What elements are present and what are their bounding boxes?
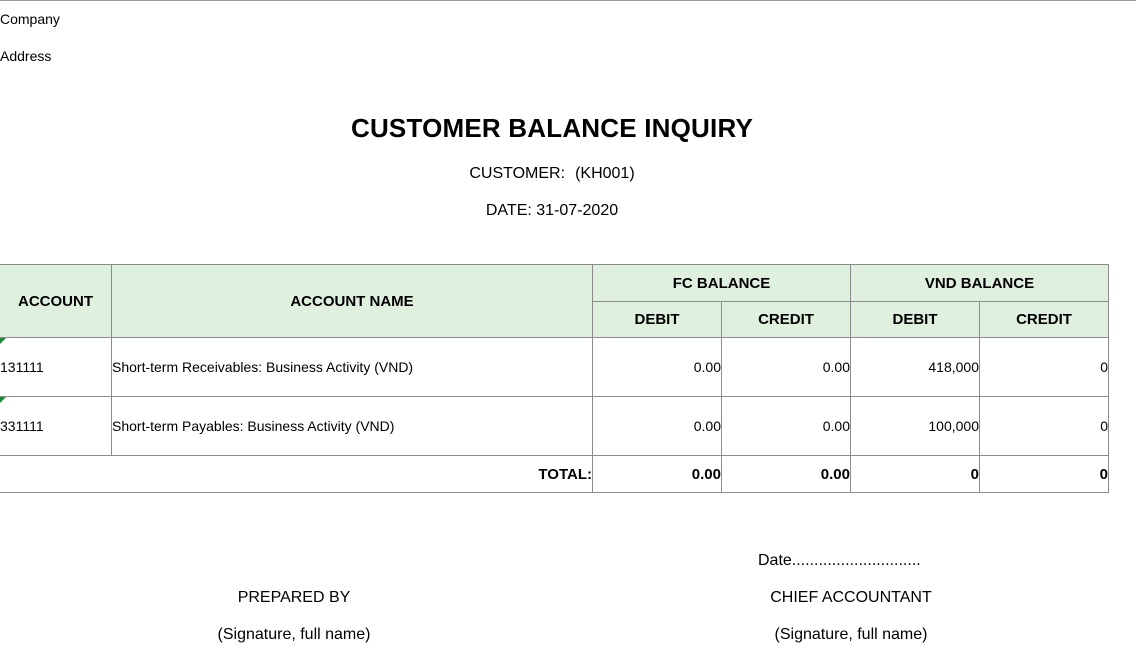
table-row: 331111 Short-term Payables: Business Act… <box>0 396 1109 456</box>
cell-vnd-debit[interactable]: 100,000 <box>850 396 980 456</box>
date-label: DATE: <box>485 202 532 219</box>
table-total-row: TOTAL: 0.00 0.00 0 0 <box>0 455 1109 493</box>
cell-vnd-debit[interactable]: 418,000 <box>850 337 980 397</box>
total-vnd-credit[interactable]: 0 <box>979 455 1109 493</box>
cell-vnd-credit[interactable]: 0 <box>979 337 1109 397</box>
col-header-vnd-debit[interactable]: DEBIT <box>850 301 980 338</box>
col-header-fc-credit[interactable]: CREDIT <box>721 301 851 338</box>
address-label: Address <box>0 48 52 64</box>
cell-fc-credit[interactable]: 0.00 <box>721 396 851 456</box>
account-code: 131111 <box>0 359 44 375</box>
cell-fc-debit[interactable]: 0.00 <box>592 396 722 456</box>
col-header-fc-debit[interactable]: DEBIT <box>592 301 722 338</box>
report-title: CUSTOMER BALANCE INQUIRY <box>350 113 754 143</box>
prepared-by-title: PREPARED BY <box>237 589 351 606</box>
col-header-account-name[interactable]: ACCOUNT NAME <box>111 264 593 338</box>
cell-account[interactable]: 331111 <box>0 396 112 456</box>
date-line: DATE: 31-07-2020 <box>0 202 1104 220</box>
col-header-fc-balance[interactable]: FC BALANCE <box>592 264 851 302</box>
col-header-account[interactable]: ACCOUNT <box>0 264 112 338</box>
total-label[interactable]: TOTAL: <box>0 455 593 493</box>
col-header-vnd-credit[interactable]: CREDIT <box>979 301 1109 338</box>
cell-account-name[interactable]: Short-term Payables: Business Activity (… <box>111 396 593 456</box>
date-value: 31-07-2020 <box>536 202 619 219</box>
account-code: 331111 <box>0 418 44 434</box>
company-label: Company <box>0 11 60 27</box>
cell-fc-credit[interactable]: 0.00 <box>721 337 851 397</box>
cell-account-name[interactable]: Short-term Receivables: Business Activit… <box>111 337 593 397</box>
cell-vnd-credit[interactable]: 0 <box>979 396 1109 456</box>
customer-label: CUSTOMER: <box>469 165 566 182</box>
total-fc-credit[interactable]: 0.00 <box>721 455 851 493</box>
balance-table: ACCOUNT ACCOUNT NAME FC BALANCE VND BALA… <box>0 264 1109 493</box>
customer-line: CUSTOMER: (KH001) <box>0 165 1104 183</box>
chief-accountant-title: CHIEF ACCOUNTANT <box>770 589 932 606</box>
prepared-by-note: (Signature, full name) <box>217 626 371 643</box>
col-header-vnd-balance[interactable]: VND BALANCE <box>850 264 1109 302</box>
cell-flag-icon <box>0 397 6 403</box>
total-fc-debit[interactable]: 0.00 <box>592 455 722 493</box>
cell-fc-debit[interactable]: 0.00 <box>592 337 722 397</box>
signature-date-line: Date............................. <box>758 552 921 569</box>
customer-value: (KH001) <box>575 165 635 182</box>
table-header-row: ACCOUNT ACCOUNT NAME FC BALANCE VND BALA… <box>0 264 1109 338</box>
cell-flag-icon <box>0 338 6 344</box>
chief-accountant-note: (Signature, full name) <box>774 626 928 643</box>
total-vnd-debit[interactable]: 0 <box>850 455 980 493</box>
top-border-line <box>0 0 1136 1</box>
cell-account[interactable]: 131111 <box>0 337 112 397</box>
table-row: 131111 Short-term Receivables: Business … <box>0 337 1109 397</box>
